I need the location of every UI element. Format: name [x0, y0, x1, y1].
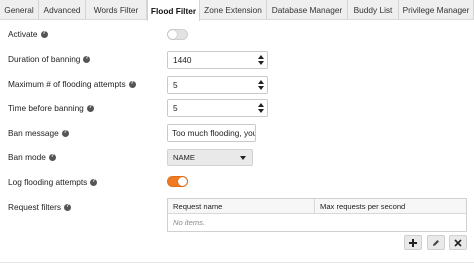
activate-toggle[interactable]	[167, 29, 188, 40]
remove-item-button[interactable]	[449, 235, 467, 250]
tab-words-filter[interactable]: Words Filter	[86, 0, 147, 19]
activate-label-row: Activate ?	[8, 29, 48, 39]
max-attempts-stepper[interactable]: 5	[167, 76, 268, 94]
flood-filter-panel: General Advanced Words Filter Flood Filt…	[0, 0, 474, 265]
column-header-request-name[interactable]: Request name	[168, 199, 315, 213]
tab-bar: General Advanced Words Filter Flood Filt…	[0, 0, 474, 21]
request-filters-table: Request name Max requests per second No …	[167, 198, 467, 232]
ban-message-label-row: Ban message ?	[8, 128, 69, 138]
question-circle-icon[interactable]: ?	[90, 178, 98, 186]
increment-arrow-icon[interactable]	[257, 80, 264, 84]
increment-arrow-icon[interactable]	[257, 103, 264, 107]
time-before-value[interactable]: 5	[168, 103, 256, 113]
duration-label-row: Duration of banning ?	[8, 54, 91, 64]
duration-value[interactable]: 1440	[168, 55, 256, 65]
question-circle-icon[interactable]: ?	[86, 104, 94, 112]
time-before-label-row: Time before banning ?	[8, 103, 94, 113]
question-circle-icon[interactable]: ?	[61, 129, 69, 137]
max-attempts-value[interactable]: 5	[168, 80, 256, 90]
edit-item-button[interactable]	[427, 235, 445, 250]
decrement-arrow-icon[interactable]	[257, 86, 264, 90]
time-before-stepper[interactable]: 5	[167, 99, 268, 117]
stepper-arrows[interactable]	[256, 77, 265, 93]
request-filters-label: Request filters	[8, 202, 62, 212]
add-item-button[interactable]	[404, 235, 422, 250]
decrement-arrow-icon[interactable]	[257, 109, 264, 113]
question-circle-icon[interactable]: ?	[64, 203, 72, 211]
question-circle-icon[interactable]: ?	[48, 153, 56, 161]
ban-message-label: Ban message	[8, 128, 59, 138]
plus-icon	[409, 238, 417, 247]
ban-mode-label-row: Ban mode ?	[8, 152, 56, 162]
pencil-icon	[433, 239, 439, 246]
duration-label: Duration of banning	[8, 54, 81, 64]
request-filters-label-row: Request filters ?	[8, 202, 72, 212]
max-attempts-label: Maximum # of flooding attempts	[8, 79, 126, 89]
tab-privilege-manager[interactable]: Privilege Manager	[399, 0, 474, 19]
tab-general[interactable]: General	[0, 0, 39, 19]
table-header: Request name Max requests per second	[168, 199, 466, 214]
question-circle-icon[interactable]: ?	[128, 80, 136, 88]
log-attempts-toggle[interactable]	[167, 176, 188, 187]
stepper-arrows[interactable]	[256, 52, 265, 68]
toggle-knob	[168, 30, 177, 39]
log-attempts-label: Log flooding attempts	[8, 177, 88, 187]
toggle-knob	[178, 177, 187, 186]
max-attempts-label-row: Maximum # of flooding attempts ?	[8, 79, 136, 89]
tab-advanced[interactable]: Advanced	[39, 0, 86, 19]
divider	[0, 262, 474, 263]
ban-mode-label: Ban mode	[8, 152, 46, 162]
tab-zone-extension[interactable]: Zone Extension	[200, 0, 267, 19]
chevron-down-icon	[240, 155, 246, 160]
ban-mode-value: NAME	[173, 153, 195, 162]
ban-message-input[interactable]: Too much flooding, you	[167, 124, 256, 142]
stepper-arrows[interactable]	[256, 100, 265, 116]
tab-database-manager[interactable]: Database Manager	[267, 0, 348, 19]
close-icon	[454, 238, 462, 247]
question-circle-icon[interactable]: ?	[40, 30, 48, 38]
duration-stepper[interactable]: 1440	[167, 51, 268, 69]
log-attempts-label-row: Log flooding attempts ?	[8, 177, 98, 187]
question-circle-icon[interactable]: ?	[83, 55, 91, 63]
ban-mode-select[interactable]: NAME	[167, 149, 253, 166]
decrement-arrow-icon[interactable]	[257, 61, 264, 65]
time-before-label: Time before banning	[8, 103, 84, 113]
column-header-max-requests[interactable]: Max requests per second	[315, 199, 466, 213]
tab-buddy-list[interactable]: Buddy List	[348, 0, 399, 19]
increment-arrow-icon[interactable]	[257, 55, 264, 59]
activate-label: Activate	[8, 29, 38, 39]
empty-table-message: No items.	[173, 218, 206, 227]
tab-flood-filter[interactable]: Flood Filter	[147, 0, 200, 21]
